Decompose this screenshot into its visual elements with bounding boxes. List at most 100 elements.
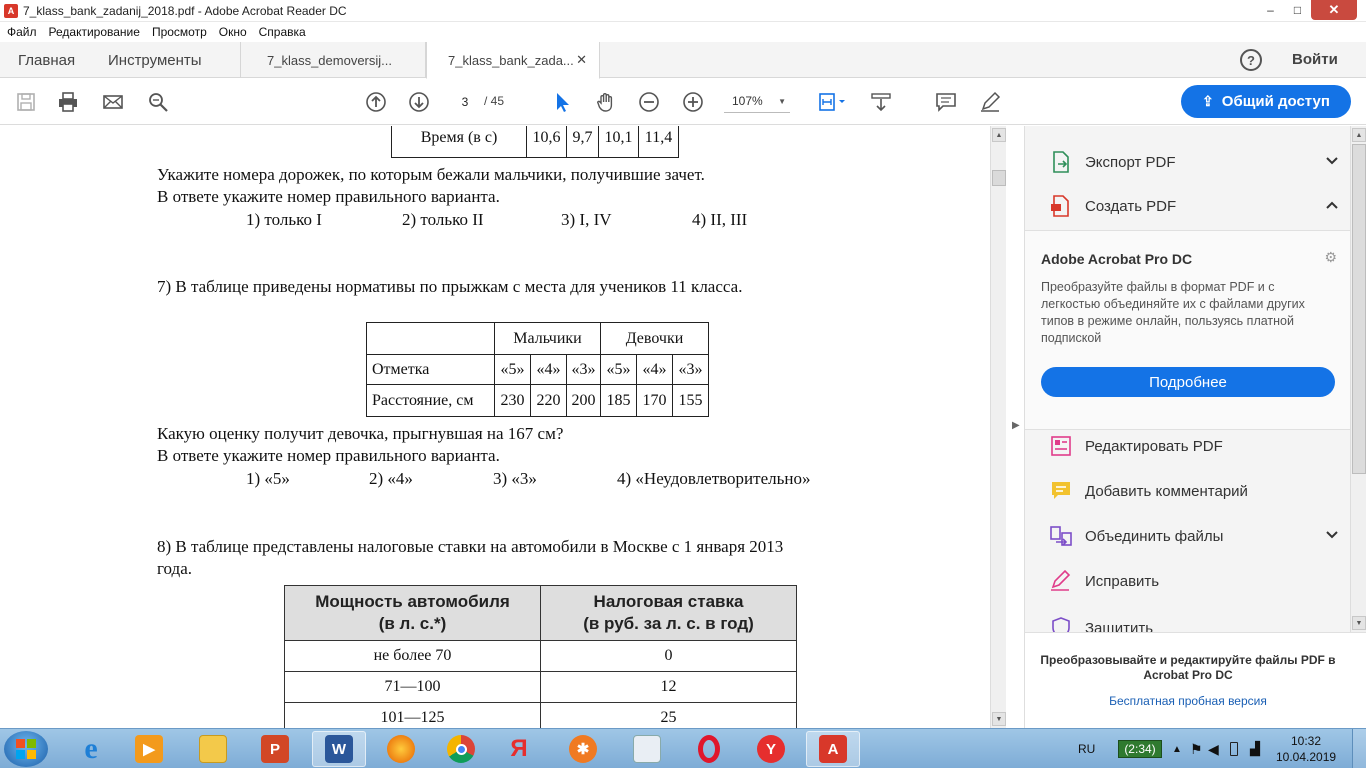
tools-pane-scrollbar[interactable]: ▲ ▼: [1350, 126, 1366, 632]
acrobat-icon: A: [819, 735, 847, 763]
taskbar-firefox[interactable]: [374, 731, 428, 767]
taskbar-yandex[interactable]: Я: [492, 731, 546, 767]
taskbar-word[interactable]: W: [312, 731, 366, 767]
free-trial-link[interactable]: Бесплатная пробная версия: [1025, 694, 1351, 708]
tab-document-bank[interactable]: 7_klass_bank_zada... ✕: [426, 42, 600, 79]
zoom-out-icon[interactable]: [637, 90, 661, 114]
tab-home[interactable]: Главная: [18, 42, 75, 78]
language-indicator[interactable]: RU: [1078, 729, 1095, 768]
start-button[interactable]: [4, 731, 48, 767]
maximize-button[interactable]: □: [1284, 0, 1311, 20]
tool-add-comment[interactable]: Добавить комментарий: [1049, 476, 1339, 506]
taskbar-yandex-browser[interactable]: Y: [744, 731, 798, 767]
table-cell: 10,1: [598, 126, 639, 158]
select-cursor-icon[interactable]: [550, 90, 574, 114]
chevron-down-icon: [1325, 154, 1339, 171]
right-pane-toggle-icon[interactable]: ▶: [1012, 420, 1020, 431]
mail-icon[interactable]: [101, 90, 125, 114]
scroll-down-icon[interactable]: ▼: [1352, 616, 1366, 630]
share-button[interactable]: ⇪ Общий доступ: [1181, 85, 1351, 118]
menu-file[interactable]: Файл: [0, 25, 42, 39]
zoom-value: 107%: [732, 93, 763, 108]
scroll-up-icon[interactable]: ▲: [1352, 128, 1366, 142]
tool-combine-files[interactable]: Объединить файлы: [1049, 521, 1339, 551]
taskbar-powerpoint[interactable]: P: [248, 731, 302, 767]
minimize-button[interactable]: –: [1257, 0, 1284, 20]
q7-text-line: В ответе укажите номер правильного вариа…: [157, 446, 500, 465]
tool-create-pdf[interactable]: Создать PDF: [1049, 191, 1339, 221]
menu-edit[interactable]: Редактирование: [42, 25, 145, 39]
page-up-icon[interactable]: [364, 90, 388, 114]
zoom-in-icon[interactable]: [681, 90, 705, 114]
tray-expand-icon[interactable]: ▲: [1172, 729, 1182, 768]
yandex-icon: Я: [510, 735, 528, 762]
scroll-thumb[interactable]: [1352, 144, 1366, 474]
menu-help[interactable]: Справка: [252, 25, 311, 39]
table-cell: 71—100: [284, 671, 541, 703]
tab-document-demo[interactable]: 7_klass_demoversij...: [240, 42, 426, 78]
scroll-down-icon[interactable]: ▼: [992, 712, 1006, 726]
table-cell: «5»: [600, 354, 637, 385]
fit-page-icon[interactable]: [815, 90, 849, 114]
volume-icon[interactable]: ◀: [1208, 729, 1219, 768]
learn-more-button[interactable]: Подробнее: [1041, 367, 1335, 397]
battery-indicator[interactable]: (2:34): [1118, 740, 1162, 758]
tool-edit-pdf[interactable]: Редактировать PDF: [1049, 431, 1339, 461]
scroll-thumb[interactable]: [992, 170, 1006, 186]
q7-option: 1) «5»: [246, 469, 290, 488]
chrome-icon: [447, 735, 475, 763]
save-icon[interactable]: [14, 90, 38, 114]
tool-fill-sign[interactable]: Исправить: [1049, 566, 1339, 596]
signin-button[interactable]: Войти: [1292, 51, 1338, 68]
table-cell: «4»: [636, 354, 673, 385]
battery-icon[interactable]: [1230, 729, 1238, 768]
menu-view[interactable]: Просмотр: [145, 25, 212, 39]
promo-panel: Adobe Acrobat Pro DC ⚙ Преобразуйте файл…: [1025, 230, 1350, 430]
page-number-input[interactable]: 3: [450, 88, 480, 114]
pen-icon[interactable]: [978, 90, 1002, 114]
q8-text-line: года.: [157, 559, 193, 578]
search-icon[interactable]: [146, 90, 170, 114]
tool-export-pdf[interactable]: Экспорт PDF: [1049, 147, 1339, 177]
tab-label: 7_klass_demoversij...: [267, 52, 392, 68]
upsell-footer: Преобразовывайте и редактируйте файлы PD…: [1024, 632, 1366, 728]
taskbar-chrome[interactable]: [434, 731, 488, 767]
menu-window[interactable]: Окно: [212, 25, 252, 39]
network-icon[interactable]: ▟: [1250, 729, 1260, 768]
taskbar-media-player-classic[interactable]: ✱: [556, 731, 610, 767]
table-cell: 0: [540, 640, 797, 672]
clock[interactable]: 10:32 10.04.2019: [1276, 733, 1336, 765]
flag-icon[interactable]: ⚑: [1190, 729, 1203, 768]
comment-icon[interactable]: [934, 90, 958, 114]
tab-tools[interactable]: Инструменты: [108, 42, 202, 78]
close-button[interactable]: ✕: [1311, 0, 1357, 20]
page-down-icon[interactable]: [407, 90, 431, 114]
tool-label: Исправить: [1085, 572, 1160, 590]
taskbar-internet-explorer[interactable]: e: [64, 731, 118, 767]
promo-title: Adobe Acrobat Pro DC: [1041, 251, 1193, 267]
share-icon: ⇪: [1202, 93, 1214, 109]
taskbar-opera[interactable]: [682, 731, 736, 767]
table-cell: [366, 322, 495, 355]
powerpoint-icon: P: [261, 735, 289, 763]
help-icon[interactable]: ?: [1240, 49, 1262, 71]
title-bar: A 7_klass_bank_zadanij_2018.pdf - Adobe …: [0, 0, 1366, 22]
print-icon[interactable]: [56, 90, 80, 114]
q6-text-line: В ответе укажите номер правильного вариа…: [157, 187, 500, 206]
tool-label: Редактировать PDF: [1085, 437, 1223, 455]
tab-close-icon[interactable]: ✕: [576, 52, 587, 68]
export-pdf-icon: [1049, 150, 1073, 174]
taskbar-media-player[interactable]: ▶: [122, 731, 176, 767]
hand-icon[interactable]: [594, 90, 618, 114]
settings-icon[interactable]: ⚙: [1324, 249, 1337, 266]
scroll-mode-icon[interactable]: [869, 90, 893, 114]
show-desktop-button[interactable]: [1352, 729, 1366, 768]
taskbar-store-app[interactable]: [620, 731, 674, 767]
scroll-up-icon[interactable]: ▲: [992, 128, 1006, 142]
taskbar-acrobat-reader[interactable]: A: [806, 731, 860, 767]
zoom-select[interactable]: 107% ▼: [724, 89, 790, 113]
document-view[interactable]: Время (в с) 10,6 9,7 10,1 11,4 Укажите н…: [0, 126, 990, 728]
document-scrollbar[interactable]: ▲ ▼: [990, 126, 1006, 728]
taskbar-file-explorer[interactable]: [186, 731, 240, 767]
table-times: Время (в с) 10,6 9,7 10,1 11,4: [391, 126, 679, 158]
